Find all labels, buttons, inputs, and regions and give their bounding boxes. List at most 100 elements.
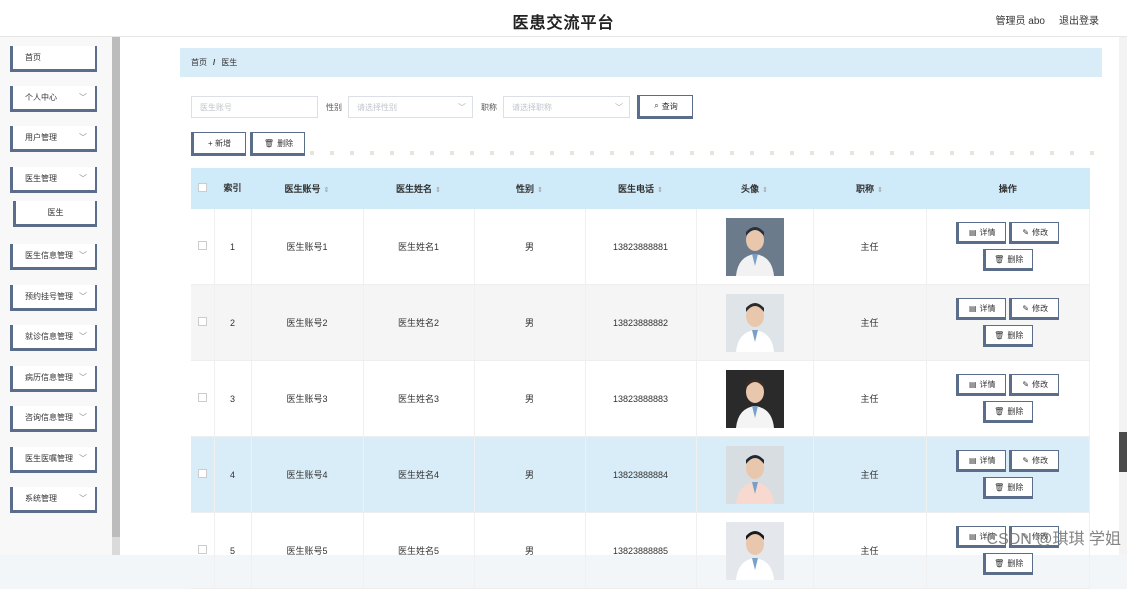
detail-button[interactable]: ▤ 详情: [956, 222, 1007, 244]
row-checkbox[interactable]: [197, 317, 207, 326]
detail-button[interactable]: ▤ 详情: [956, 450, 1007, 472]
row-checkbox[interactable]: [197, 469, 207, 478]
header-phone[interactable]: 医生电话 ⇕: [585, 168, 696, 209]
row-delete-button[interactable]: 🗑 删除: [982, 477, 1033, 499]
cell-title: 主任: [813, 209, 927, 285]
doc-icon: ▤: [968, 455, 977, 465]
header-avatar[interactable]: 头像 ⇕: [696, 168, 813, 209]
row-actions: ▤ 详情 ✎ 修改 🗑 删除: [928, 222, 1089, 271]
sidebar-item-label: 咨询信息管理: [25, 413, 73, 422]
sidebar-item-label: 医生: [47, 208, 64, 217]
doctor-avatar-image[interactable]: [725, 445, 784, 504]
table-body: 1 医生账号1 医生姓名1 男 13823888881 主任 ▤ 详情 ✎ 修改 🗑 删除 2 医生账号2…: [191, 209, 1090, 589]
select-all-cell: [191, 168, 214, 209]
detail-button-label: 详情: [979, 455, 996, 465]
sidebar-item-visit-info[interactable]: 就诊信息管理 ﹀: [10, 325, 97, 351]
sidebar-item-advice[interactable]: 医生医嘱管理 ﹀: [10, 447, 97, 473]
sort-icon[interactable]: ⇕: [537, 187, 543, 194]
query-button[interactable]: ⌕ 查询: [637, 95, 693, 119]
chevron-down-icon: ﹀: [79, 373, 87, 382]
header-ops: 操作: [926, 168, 1090, 209]
add-button[interactable]: + 新增: [191, 132, 246, 156]
sort-icon[interactable]: ⇕: [762, 187, 768, 194]
edit-button-label: 修改: [1032, 227, 1049, 237]
row-delete-button[interactable]: 🗑 删除: [982, 553, 1033, 575]
sidebar-item-doctor-info[interactable]: 医生信息管理 ﹀: [10, 244, 97, 270]
sidebar-item-consult[interactable]: 咨询信息管理 ﹀: [10, 406, 97, 432]
gender-select[interactable]: 请选择性别 ﹀: [348, 96, 473, 118]
cell-name: 医生姓名3: [363, 360, 475, 437]
decorative-dots: [310, 151, 1100, 155]
row-delete-button[interactable]: 🗑 删除: [982, 325, 1033, 347]
sort-icon[interactable]: ⇕: [657, 187, 663, 194]
row-checkbox[interactable]: [197, 241, 207, 250]
search-bar: 医生账号 性别 请选择性别 ﹀ 职称 请选择职称 ﹀ ⌕ 查询: [191, 95, 693, 119]
table-row: 3 医生账号3 医生姓名3 男 13823888883 主任 ▤ 详情 ✎ 修改 🗑 删除: [191, 360, 1090, 437]
pencil-icon: ✎: [1022, 379, 1030, 389]
action-bar: + 新增 🗑 删除: [191, 132, 305, 156]
edit-button[interactable]: ✎ 修改: [1009, 450, 1060, 472]
row-checkbox[interactable]: [197, 545, 207, 554]
sort-icon[interactable]: ⇕: [324, 187, 330, 194]
sidebar-item-appointment[interactable]: 预约挂号管理 ﹀: [10, 285, 97, 311]
cell-index: 3: [214, 360, 252, 437]
breadcrumb-home[interactable]: 首页: [191, 57, 207, 68]
cell-phone: 13823888884: [585, 436, 697, 513]
chevron-down-icon: ﹀: [615, 103, 623, 112]
sidebar-item-home[interactable]: 首页: [10, 46, 97, 72]
edit-button[interactable]: ✎ 修改: [1009, 298, 1060, 320]
detail-button[interactable]: ▤ 详情: [956, 374, 1007, 396]
trash-icon: 🗑: [994, 482, 1005, 492]
table-row: 2 医生账号2 医生姓名2 男 13823888882 主任 ▤ 详情 ✎ 修改 🗑 删除: [191, 284, 1090, 361]
account-search-input[interactable]: 医生账号: [191, 96, 318, 118]
sidebar-item-doctor-mgmt[interactable]: 医生管理 ﹀: [10, 167, 97, 193]
site-title: 医患交流平台: [512, 15, 615, 32]
doctor-avatar-image[interactable]: [725, 369, 784, 428]
gender-label: 性别: [326, 102, 342, 112]
header-name[interactable]: 医生姓名 ⇕: [363, 168, 474, 209]
page-scrollbar-track[interactable]: [1119, 37, 1127, 555]
edit-button[interactable]: ✎ 修改: [1009, 374, 1060, 396]
row-delete-label: 删除: [1007, 482, 1024, 492]
sidebar-item-system[interactable]: 系统管理 ﹀: [10, 487, 97, 513]
row-checkbox[interactable]: [197, 393, 207, 402]
header-account-label: 医生账号: [284, 184, 321, 194]
row-delete-button[interactable]: 🗑 删除: [982, 401, 1033, 423]
doctor-avatar-image[interactable]: [725, 521, 784, 580]
header-title[interactable]: 职称 ⇕: [813, 168, 926, 209]
chevron-down-icon: ﹀: [79, 174, 87, 183]
detail-button[interactable]: ▤ 详情: [956, 298, 1007, 320]
title-select[interactable]: 请选择职称 ﹀: [503, 96, 630, 118]
cell-index: 4: [214, 436, 252, 513]
sidebar-item-users[interactable]: 用户管理 ﹀: [10, 126, 97, 152]
edit-button[interactable]: ✎ 修改: [1009, 222, 1060, 244]
sidebar-item-records[interactable]: 病历信息管理 ﹀: [10, 366, 97, 392]
sidebar-item-profile[interactable]: 个人中心 ﹀: [10, 86, 97, 112]
title-label: 职称: [481, 102, 497, 112]
page-scrollbar-thumb[interactable]: [1119, 432, 1127, 472]
table-row: 1 医生账号1 医生姓名1 男 13823888881 主任 ▤ 详情 ✎ 修改 🗑 删除: [191, 209, 1090, 285]
user-label[interactable]: 管理员 abo: [996, 12, 1045, 27]
header-account[interactable]: 医生账号 ⇕: [251, 168, 363, 209]
sidebar-scrollbar-thumb[interactable]: [112, 37, 120, 537]
row-select-cell: [191, 512, 215, 589]
trash-icon: 🗑: [263, 138, 275, 148]
batch-delete-button[interactable]: 🗑 删除: [250, 132, 305, 156]
row-delete-button[interactable]: 🗑 删除: [982, 249, 1033, 271]
sidebar-subitem-doctor[interactable]: 医生: [13, 201, 97, 227]
table-row: 4 医生账号4 医生姓名4 男 13823888884 主任 ▤ 详情 ✎ 修改 🗑 删除: [191, 436, 1090, 513]
doc-icon: ▤: [968, 531, 977, 541]
cell-gender: 男: [474, 436, 586, 513]
sort-icon[interactable]: ⇕: [435, 187, 441, 194]
edit-button-label: 修改: [1032, 379, 1049, 389]
header-gender[interactable]: 性别 ⇕: [474, 168, 585, 209]
header-avatar-label: 头像: [741, 184, 760, 194]
row-select-cell: [191, 209, 215, 285]
doctor-avatar-image[interactable]: [725, 293, 784, 352]
doctor-avatar-image[interactable]: [725, 217, 784, 276]
logout-link[interactable]: 退出登录: [1059, 12, 1099, 27]
sort-icon[interactable]: ⇕: [877, 187, 883, 194]
sidebar-item-label: 医生医嘱管理: [25, 454, 73, 463]
select-all-checkbox[interactable]: [198, 183, 207, 192]
row-select-cell: [191, 436, 215, 513]
